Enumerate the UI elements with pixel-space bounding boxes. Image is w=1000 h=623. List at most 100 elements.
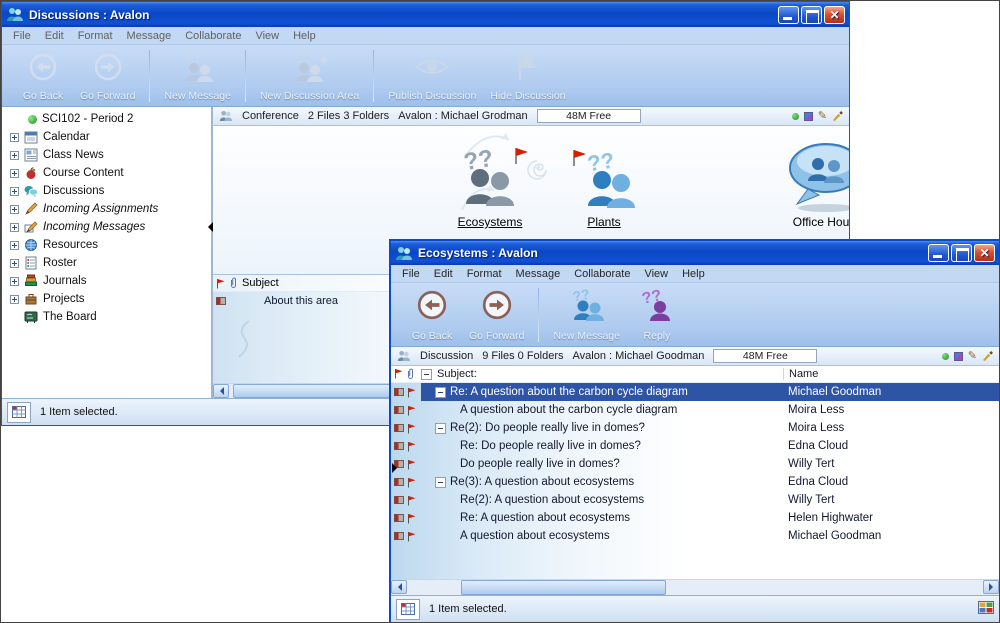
menu-view[interactable]: View bbox=[637, 268, 675, 280]
expand-plus-icon[interactable] bbox=[10, 187, 19, 196]
scroll-left-arrow[interactable] bbox=[391, 580, 407, 594]
sidebar-item-incoming-messages[interactable]: Incoming Messages bbox=[2, 218, 211, 236]
menu-collaborate[interactable]: Collaborate bbox=[567, 268, 637, 280]
message-row[interactable]: A question about the carbon cycle diagra… bbox=[391, 401, 999, 419]
layout-switcher-cell[interactable] bbox=[978, 601, 994, 617]
unread-flag-icon bbox=[407, 495, 416, 506]
view-mode-cell[interactable] bbox=[396, 599, 420, 620]
menu-edit[interactable]: Edit bbox=[427, 268, 460, 280]
conference-item-plants[interactable]: ?? Plants bbox=[561, 148, 647, 229]
sidebar-item-incoming-assignments[interactable]: Incoming Assignments bbox=[2, 200, 211, 218]
menu-collaborate[interactable]: Collaborate bbox=[178, 30, 248, 42]
go-back-button[interactable]: Go Back bbox=[16, 48, 70, 104]
expand-plus-icon[interactable] bbox=[10, 223, 19, 232]
go-forward-button[interactable]: Go Forward bbox=[76, 48, 139, 104]
scrollbar-track[interactable] bbox=[407, 580, 983, 595]
flag-column-icon[interactable] bbox=[394, 368, 403, 379]
expand-plus-icon[interactable] bbox=[10, 295, 19, 304]
menu-file[interactable]: File bbox=[395, 268, 427, 280]
expand-plus-icon[interactable] bbox=[10, 169, 19, 178]
publish-discussion-button[interactable]: Publish Discussion bbox=[384, 48, 480, 104]
splitter-collapse-arrow[interactable] bbox=[392, 463, 402, 473]
palette-icon[interactable] bbox=[954, 352, 963, 361]
go-back-button[interactable]: Go Back bbox=[405, 286, 459, 344]
subject-column-header[interactable]: Subject bbox=[242, 277, 279, 289]
message-row[interactable]: Do people really live in domes? Willy Te… bbox=[391, 455, 999, 473]
scroll-right-arrow[interactable] bbox=[983, 580, 999, 594]
conference-item-office-hours[interactable]: Office Hours bbox=[771, 140, 849, 229]
new-message-button[interactable]: ?? New Message bbox=[160, 48, 235, 104]
menu-view[interactable]: View bbox=[248, 30, 286, 42]
menu-file[interactable]: File bbox=[6, 30, 38, 42]
sidebar-item-projects[interactable]: Projects bbox=[2, 290, 211, 308]
message-row[interactable]: A question about ecosystems Michael Good… bbox=[391, 527, 999, 545]
menu-edit[interactable]: Edit bbox=[38, 30, 71, 42]
subject-column-header[interactable]: Subject: bbox=[437, 368, 477, 380]
flag-column-icon[interactable] bbox=[216, 278, 225, 289]
name-column-header[interactable]: Name bbox=[783, 368, 999, 380]
collapse-all-icon[interactable] bbox=[421, 369, 432, 380]
menu-message[interactable]: Message bbox=[120, 30, 179, 42]
minimize-button[interactable] bbox=[928, 244, 949, 262]
message-row[interactable]: Re: Do people really live in domes? Edna… bbox=[391, 437, 999, 455]
brush-icon[interactable] bbox=[982, 351, 993, 361]
maximize-button[interactable] bbox=[801, 6, 822, 24]
palette-icon[interactable] bbox=[804, 112, 813, 121]
sidebar-item-calendar[interactable]: Calendar bbox=[2, 128, 211, 146]
thread-expander-icon[interactable] bbox=[435, 477, 446, 488]
reply-button[interactable]: ?? Reply bbox=[630, 286, 684, 344]
pencil-icon[interactable]: ✎ bbox=[968, 352, 977, 361]
brush-icon[interactable] bbox=[832, 111, 843, 121]
message-author: Edna Cloud bbox=[783, 440, 999, 452]
expand-plus-icon[interactable] bbox=[10, 277, 19, 286]
view-mode-cell[interactable] bbox=[7, 402, 31, 423]
expand-plus-icon[interactable] bbox=[10, 133, 19, 142]
discussions-titlebar[interactable]: Discussions : Avalon ✕ bbox=[2, 2, 849, 27]
menu-format[interactable]: Format bbox=[460, 268, 509, 280]
thread-expander-icon[interactable] bbox=[435, 423, 446, 434]
hide-discussion-button[interactable]: Hide Discussion bbox=[486, 48, 569, 104]
tree-root-sci102[interactable]: SCI102 - Period 2 bbox=[2, 110, 211, 128]
minimize-button[interactable] bbox=[778, 6, 799, 24]
message-row[interactable]: Re(3): A question about ecosystems Edna … bbox=[391, 473, 999, 491]
attachment-column-icon[interactable] bbox=[406, 368, 415, 380]
new-message-button[interactable]: ?? New Message bbox=[549, 286, 624, 344]
close-button[interactable]: ✕ bbox=[974, 244, 995, 262]
ecosystems-titlebar[interactable]: Ecosystems : Avalon ✕ bbox=[391, 241, 999, 265]
sidebar-item-discussions[interactable]: Discussions bbox=[2, 182, 211, 200]
sidebar-item-class-news[interactable]: Class News bbox=[2, 146, 211, 164]
status-text: 1 Item selected. bbox=[40, 406, 118, 418]
online-dot-icon[interactable] bbox=[942, 353, 949, 360]
maximize-button[interactable] bbox=[951, 244, 972, 262]
menu-format[interactable]: Format bbox=[71, 30, 120, 42]
expand-plus-icon[interactable] bbox=[10, 259, 19, 268]
attachment-column-icon[interactable] bbox=[229, 277, 238, 289]
new-discussion-area-button[interactable]: ?? New Discussion Area bbox=[256, 48, 363, 104]
sidebar-item-journals[interactable]: Journals bbox=[2, 272, 211, 290]
message-row[interactable]: Re: A question about ecosystems Helen Hi… bbox=[391, 509, 999, 527]
expand-plus-icon[interactable] bbox=[10, 205, 19, 214]
message-row[interactable]: Re(2): Do people really live in domes? M… bbox=[391, 419, 999, 437]
expand-plus-icon[interactable] bbox=[10, 241, 19, 250]
scrollbar-thumb[interactable] bbox=[461, 580, 666, 595]
message-row[interactable]: Re(2): A question about ecosystems Willy… bbox=[391, 491, 999, 509]
row-gutter bbox=[391, 477, 421, 488]
online-dot-icon[interactable] bbox=[792, 113, 799, 120]
scroll-left-arrow[interactable] bbox=[213, 384, 229, 398]
expand-plus-icon[interactable] bbox=[10, 151, 19, 160]
message-row[interactable]: Re: A question about the carbon cycle di… bbox=[391, 383, 999, 401]
scrollbar-thumb[interactable] bbox=[233, 384, 401, 398]
go-forward-button[interactable]: Go Forward bbox=[465, 286, 528, 344]
sidebar-item-resources[interactable]: Resources bbox=[2, 236, 211, 254]
close-button[interactable]: ✕ bbox=[824, 6, 845, 24]
sidebar-item-roster[interactable]: Roster bbox=[2, 254, 211, 272]
thread-expander-icon[interactable] bbox=[435, 387, 446, 398]
sidebar-item-course-content[interactable]: Course Content bbox=[2, 164, 211, 182]
conference-item-ecosystems[interactable]: ?? Ecosystems bbox=[435, 144, 545, 229]
menu-help[interactable]: Help bbox=[675, 268, 712, 280]
pencil-icon[interactable]: ✎ bbox=[818, 112, 827, 121]
sidebar-item-the-board[interactable]: The Board bbox=[2, 308, 211, 326]
splitter-collapse-arrow[interactable] bbox=[203, 222, 213, 232]
menu-help[interactable]: Help bbox=[286, 30, 323, 42]
menu-message[interactable]: Message bbox=[509, 268, 568, 280]
